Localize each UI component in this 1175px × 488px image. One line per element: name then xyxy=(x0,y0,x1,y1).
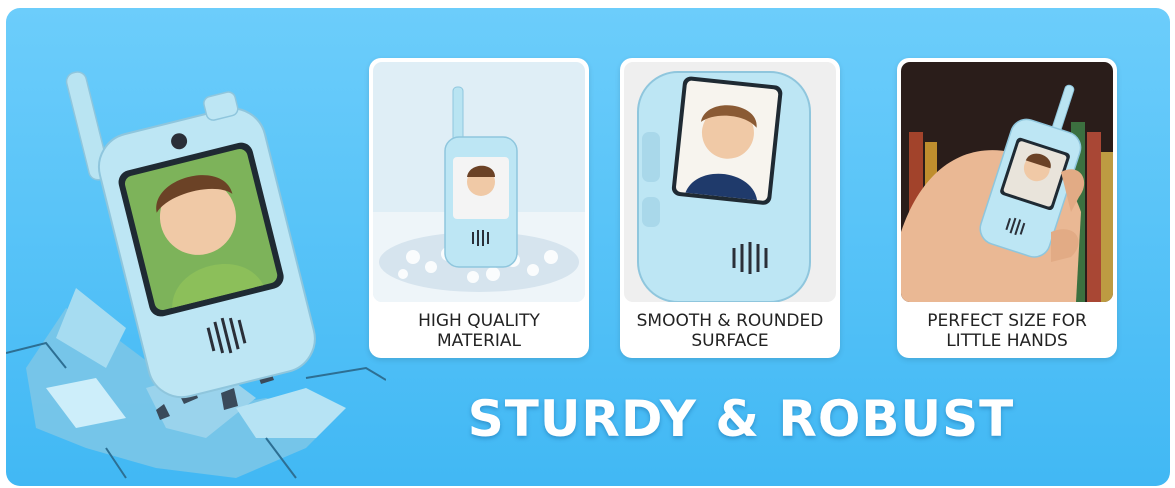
feature-card-material: HIGH QUALITY MATERIAL xyxy=(369,58,589,358)
feature-card-size: PERFECT SIZE FOR LITTLE HANDS xyxy=(897,58,1117,358)
feature-caption: HIGH QUALITY MATERIAL xyxy=(418,311,540,351)
walkie-talkie-hero-icon xyxy=(6,71,387,479)
feature-caption: PERFECT SIZE FOR LITTLE HANDS xyxy=(927,311,1087,351)
feature-caption: SMOOTH & ROUNDED SURFACE xyxy=(636,311,824,351)
headline: STURDY & ROBUST xyxy=(467,390,1015,448)
walkie-talkie-in-hand-icon xyxy=(901,62,1113,302)
walkie-talkie-water-beads-icon xyxy=(373,62,585,302)
feature-photo-size xyxy=(901,62,1113,302)
feature-photo-surface xyxy=(624,62,836,302)
feature-photo-material xyxy=(373,62,585,302)
feature-card-surface: SMOOTH & ROUNDED SURFACE xyxy=(620,58,840,358)
hero-image xyxy=(6,8,387,486)
product-banner: HIGH QUALITY MATERIAL SMOOTH & ROUNDED S… xyxy=(6,8,1170,486)
walkie-talkie-closeup-icon xyxy=(624,62,836,302)
